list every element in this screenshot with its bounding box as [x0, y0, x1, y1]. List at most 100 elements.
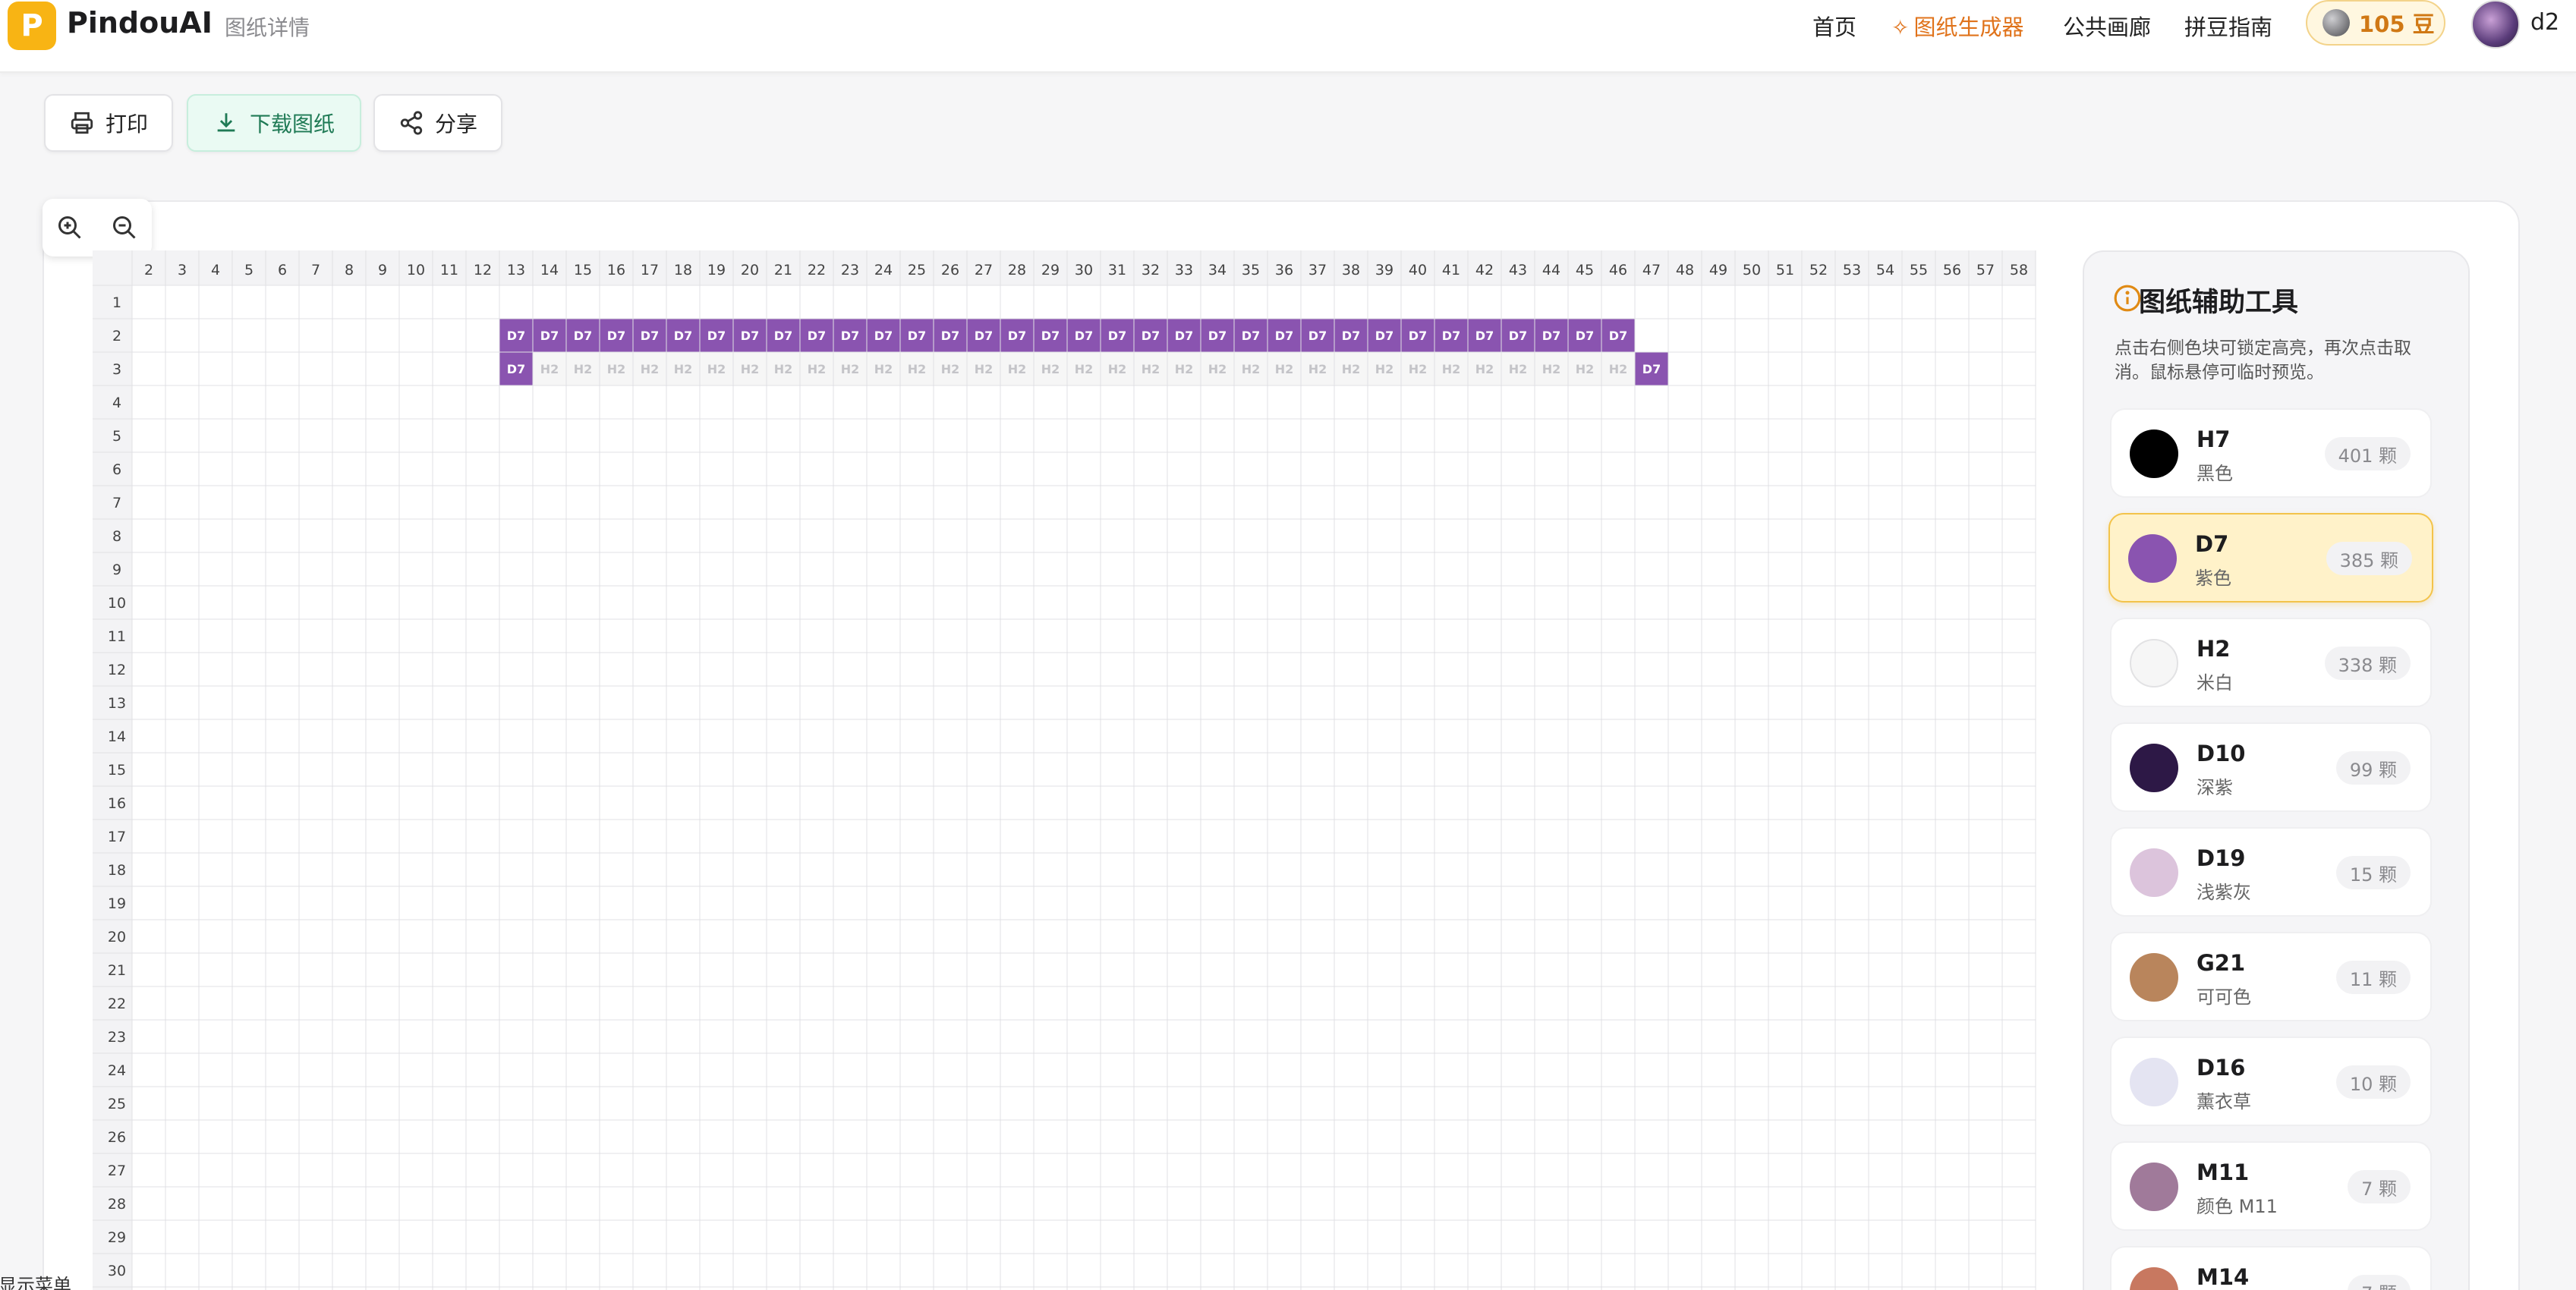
bead-cell-code: D7 [1409, 329, 1427, 343]
color-count: 11 颗 [2335, 961, 2411, 994]
bead-cell-code: D7 [607, 329, 625, 343]
sparkle-icon: ✧ [1891, 15, 1910, 40]
bead-cell-code: D7 [540, 329, 559, 343]
color-card-d19[interactable]: D19 浅紫灰 15 颗 [2110, 827, 2432, 917]
column-number: 46 [1609, 262, 1627, 278]
color-card-m11[interactable]: M11 颜色 M11 7 颗 [2110, 1141, 2432, 1231]
color-count: 15 颗 [2335, 856, 2411, 889]
row-number: 2 [112, 328, 121, 345]
nav-home[interactable]: 首页 [1812, 10, 1856, 42]
zoom-in-icon [58, 216, 81, 239]
row-number: 16 [108, 795, 126, 812]
share-button[interactable]: 分享 [373, 94, 502, 152]
color-card-d16[interactable]: D16 薰衣草 10 颗 [2110, 1037, 2432, 1126]
download-pattern-button[interactable]: 下载图纸 [187, 94, 361, 152]
bead-cell-code: H2 [1509, 362, 1528, 376]
color-code: D7 [2195, 531, 2229, 557]
row-number: 13 [108, 695, 126, 712]
bead-cell-code: D7 [1375, 329, 1393, 343]
color-card-m14[interactable]: M14 7 颗 [2110, 1246, 2432, 1290]
column-number: 17 [641, 262, 659, 278]
nav-bead-guide[interactable]: 拼豆指南 [2184, 10, 2272, 42]
color-card-h2[interactable]: H2 米白 338 颗 [2110, 618, 2432, 707]
bead-cell-code: H2 [1576, 362, 1595, 376]
color-count: 338 颗 [2324, 647, 2411, 680]
color-card-g21[interactable]: G21 可可色 11 颗 [2110, 932, 2432, 1021]
bead-cell-code: H2 [1275, 362, 1294, 376]
color-name: 可可色 [2197, 986, 2251, 1008]
top-nav: P PindouAI 图纸详情 首页 ✧ 图纸生成器 公共画廊 拼豆指南 105 … [0, 0, 2576, 73]
column-number: 53 [1843, 262, 1861, 278]
column-number: 23 [841, 262, 859, 278]
bead-cell-code: H2 [841, 362, 860, 376]
row-number: 20 [108, 929, 126, 945]
row-number: 25 [108, 1096, 126, 1112]
column-number: 49 [1709, 262, 1727, 278]
color-name: 薰衣草 [2197, 1091, 2251, 1112]
bead-cell-code: H2 [1108, 362, 1127, 376]
bead-cell-code: H2 [1041, 362, 1060, 376]
bead-cell-code: H2 [941, 362, 960, 376]
bean-balance[interactable]: 105 豆 [2306, 0, 2445, 46]
column-number: 42 [1475, 262, 1494, 278]
row-number: 11 [108, 628, 126, 645]
bead-cell-code: H2 [1208, 362, 1227, 376]
print-button[interactable]: 打印 [44, 94, 173, 152]
bead-cell-code: H2 [774, 362, 793, 376]
zoom-in-button[interactable] [49, 206, 91, 249]
bead-cell-code: D7 [1275, 329, 1293, 343]
column-number: 19 [707, 262, 726, 278]
column-number: 29 [1041, 262, 1060, 278]
app-name[interactable]: PindouAI [67, 6, 213, 39]
column-number: 30 [1075, 262, 1093, 278]
color-swatch [2130, 1058, 2178, 1106]
nav-pattern-generator-label: 图纸生成器 [1913, 14, 2024, 40]
bead-cell-code: D7 [774, 329, 792, 343]
column-number: 3 [178, 262, 187, 278]
column-number: 10 [407, 262, 425, 278]
color-count: 7 颗 [2348, 1275, 2411, 1290]
row-number: 19 [108, 895, 126, 912]
bead-cell-code: H2 [1242, 362, 1261, 376]
bead-cell-code: H2 [1542, 362, 1561, 376]
show-menu-toggle[interactable]: 显示菜单 [0, 1270, 71, 1290]
bead-cell-code: D7 [1642, 362, 1661, 376]
color-card-d7[interactable]: D7 紫色 385 颗 [2108, 513, 2433, 603]
bead-cell-code: D7 [941, 329, 959, 343]
column-number: 33 [1175, 262, 1193, 278]
zoom-out-button[interactable] [103, 206, 146, 249]
tools-panel-hint: 点击右侧色块可锁定高亮，再次点击取消。鼠标悬停可临时预览。 [2115, 338, 2411, 382]
avatar[interactable] [2471, 0, 2520, 49]
grid-background [93, 250, 2036, 1290]
bead-cell-code: D7 [1442, 329, 1460, 343]
color-name: 紫色 [2195, 568, 2231, 589]
column-number: 41 [1442, 262, 1460, 278]
color-count: 401 颗 [2324, 437, 2411, 470]
nav-pattern-generator[interactable]: ✧ 图纸生成器 [1891, 10, 2023, 42]
row-number: 23 [108, 1029, 126, 1046]
username[interactable]: d2 [2530, 9, 2559, 36]
color-card-h7[interactable]: H7 黑色 401 颗 [2110, 408, 2432, 498]
bead-cell-code: D7 [1542, 329, 1560, 343]
bead-cell-code: H2 [874, 362, 893, 376]
column-number: 21 [774, 262, 792, 278]
color-code: D16 [2197, 1055, 2246, 1081]
row-number: 24 [108, 1062, 126, 1079]
color-swatch [2128, 534, 2177, 583]
column-number: 26 [941, 262, 959, 278]
column-number: 36 [1275, 262, 1293, 278]
column-number: 32 [1142, 262, 1160, 278]
column-number: 28 [1008, 262, 1026, 278]
row-number: 12 [108, 662, 126, 678]
bead-cell-code: H2 [540, 362, 559, 376]
app-logo[interactable]: P [8, 2, 56, 50]
zoom-controls [43, 199, 152, 256]
bead-cell-code: H2 [1342, 362, 1361, 376]
row-number: 4 [112, 395, 121, 411]
color-card-d10[interactable]: D10 深紫 99 颗 [2110, 722, 2432, 812]
nav-public-gallery[interactable]: 公共画廊 [2063, 10, 2151, 42]
color-code: D10 [2197, 741, 2246, 766]
bead-pattern-grid[interactable]: D7 D7 D7 D7 D7 D7 D7 D7 D7 D7 D7 D7 D7 D7 D7 D7 D7 D7 D7 D7… [93, 250, 2048, 1290]
bead-cell-code: D7 [507, 362, 525, 376]
column-number: 15 [574, 262, 592, 278]
